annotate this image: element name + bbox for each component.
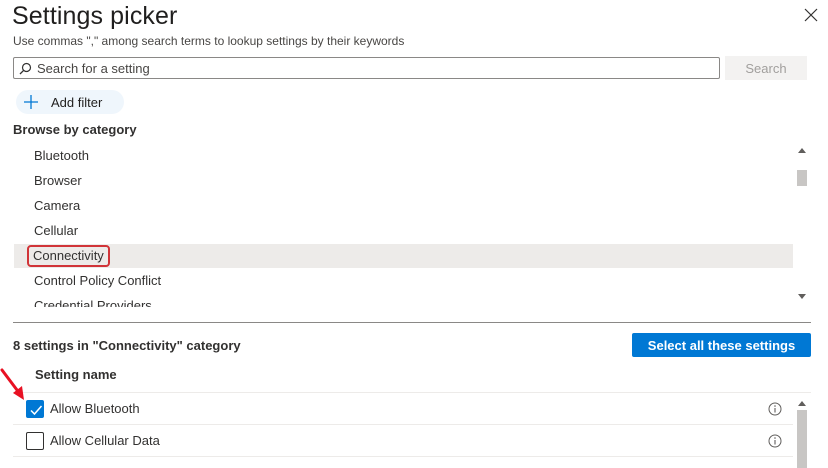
add-filter-button[interactable]: Add filter: [16, 90, 124, 114]
page-subtitle: Use commas "," among search terms to loo…: [13, 34, 405, 48]
allow-cellular-data-checkbox[interactable]: [26, 432, 44, 450]
add-filter-label: Add filter: [51, 94, 103, 110]
scroll-down-icon[interactable]: [798, 294, 806, 299]
category-item[interactable]: Browser: [14, 169, 793, 193]
category-item[interactable]: Control Policy Conflict: [14, 269, 793, 293]
scroll-thumb[interactable]: [797, 410, 807, 468]
category-item[interactable]: Credential Providers: [14, 294, 793, 307]
scroll-thumb[interactable]: [797, 170, 807, 186]
category-item[interactable]: Camera: [14, 194, 793, 218]
browse-category-label: Browse by category: [13, 122, 137, 137]
allow-bluetooth-checkbox[interactable]: [26, 400, 44, 418]
setting-label: Allow Cellular Data: [50, 433, 160, 448]
plus-icon: [24, 95, 38, 109]
selected-category-highlight: Connectivity: [27, 245, 110, 267]
category-scrollbar[interactable]: [795, 143, 809, 304]
close-button[interactable]: [800, 4, 822, 26]
search-box[interactable]: [13, 57, 720, 79]
search-button[interactable]: Search: [725, 56, 807, 80]
info-icon[interactable]: [768, 402, 782, 416]
scroll-up-icon[interactable]: [798, 401, 806, 406]
settings-count-label: 8 settings in "Connectivity" category: [13, 338, 241, 353]
setting-row[interactable]: Allow Cellular Data: [13, 425, 793, 457]
page-title: Settings picker: [12, 2, 178, 30]
setting-row[interactable]: Allow Bluetooth: [13, 393, 793, 425]
checkmark-icon: [30, 405, 43, 416]
search-icon: [19, 62, 32, 74]
column-header-setting-name: Setting name: [35, 367, 117, 382]
close-icon: [804, 8, 818, 22]
red-arrow-icon: [0, 368, 24, 400]
settings-scrollbar[interactable]: [795, 396, 809, 468]
select-all-button[interactable]: Select all these settings: [632, 333, 811, 357]
info-icon[interactable]: [768, 434, 782, 448]
category-item[interactable]: Cellular: [14, 219, 793, 243]
category-item-connectivity[interactable]: Connectivity: [14, 244, 793, 268]
search-input[interactable]: [37, 60, 719, 76]
category-list: Bluetooth Browser Camera Cellular Connec…: [14, 143, 793, 307]
scroll-up-icon[interactable]: [798, 148, 806, 153]
section-divider: [13, 322, 811, 323]
setting-label: Allow Bluetooth: [50, 401, 140, 416]
category-item[interactable]: Bluetooth: [14, 144, 793, 168]
